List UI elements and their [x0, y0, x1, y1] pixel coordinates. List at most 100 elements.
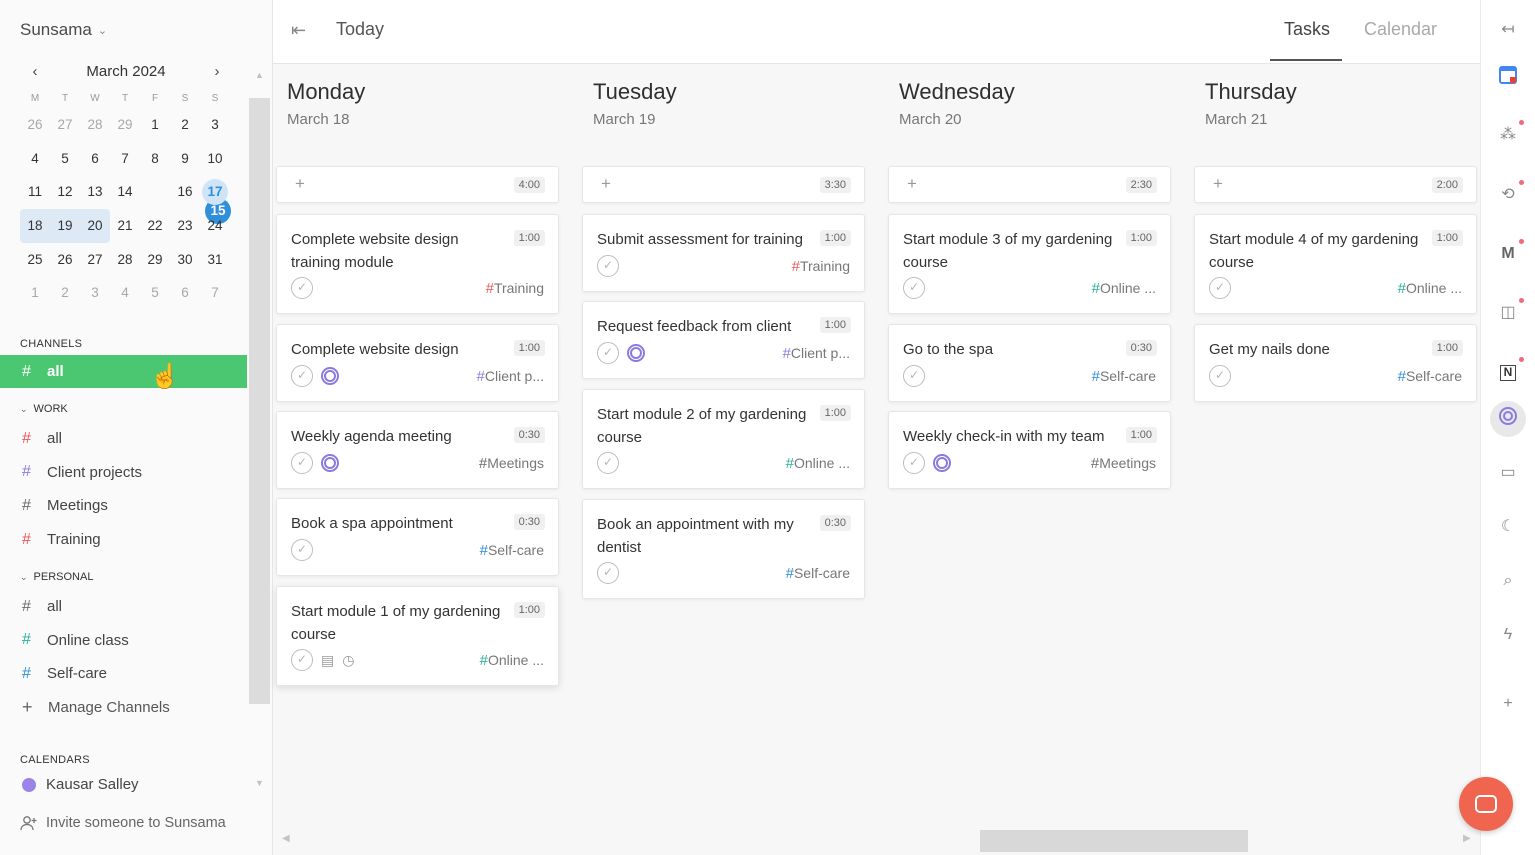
task-card[interactable]: Start module 4 of my gardening course 1:0… [1194, 214, 1477, 314]
task-time-estimate[interactable]: 1:00 [513, 340, 545, 356]
focus-icon[interactable] [1495, 406, 1521, 432]
calendar-day[interactable]: 27 [50, 108, 80, 142]
moon-icon[interactable]: ☾ [1495, 514, 1521, 540]
task-channel-tag[interactable]: #Client p... [783, 345, 850, 362]
task-time-estimate[interactable]: 1:00 [819, 317, 851, 333]
today-button[interactable]: Today [336, 19, 384, 40]
calendar-day[interactable]: 21 [110, 209, 140, 243]
scroll-left-icon[interactable]: ◀ [282, 833, 290, 844]
board-scrollbar[interactable] [980, 830, 1248, 852]
complete-checkbox[interactable]: ✓ [597, 562, 619, 584]
calendar-day[interactable]: 28 [110, 243, 140, 277]
calendar-day[interactable]: 12 [50, 175, 80, 209]
task-card[interactable]: Weekly check-in with my team 1:00 ✓ #Meetin… [888, 411, 1171, 489]
personal-group-toggle[interactable]: ⌄ PERSONAL [20, 571, 93, 583]
clock-icon[interactable]: ◷ [342, 652, 354, 669]
task-channel-tag[interactable]: #Meetings [1091, 455, 1156, 472]
task-time-estimate[interactable]: 0:30 [819, 515, 851, 531]
calendar-day[interactable]: 20 [80, 209, 110, 243]
task-channel-tag[interactable]: #Self-care [1092, 368, 1156, 385]
scroll-right-icon[interactable]: ▶ [1463, 833, 1471, 844]
task-card[interactable]: Submit assessment for training 1:00 ✓ #Trai… [582, 214, 865, 292]
calendar-day[interactable]: 16 [170, 175, 200, 209]
focus-target-icon[interactable] [321, 367, 339, 385]
calendar-day[interactable]: 26 [50, 243, 80, 277]
task-time-estimate[interactable]: 0:30 [513, 514, 545, 530]
task-time-estimate[interactable]: 1:00 [513, 230, 545, 246]
calendar-day[interactable]: 31 [200, 243, 230, 277]
channel-personal-online-class[interactable]: # Online class [0, 624, 247, 657]
add-task-button[interactable]: +3:30 [582, 166, 865, 203]
sync-icon[interactable]: ⟲ [1495, 182, 1521, 208]
add-task-button[interactable]: +2:00 [1194, 166, 1477, 203]
calendar-day[interactable]: 11 [20, 175, 50, 209]
complete-checkbox[interactable]: ✓ [597, 255, 619, 277]
task-card[interactable]: Start module 3 of my gardening course 1:0… [888, 214, 1171, 314]
prev-month-button[interactable]: ‹ [20, 63, 50, 80]
channel-work-all[interactable]: # all [0, 422, 247, 455]
task-time-estimate[interactable]: 1:00 [1125, 427, 1157, 443]
task-time-estimate[interactable]: 1:00 [819, 405, 851, 421]
channel-personal-all[interactable]: # all [0, 590, 247, 623]
calendar-icon[interactable]: ▤ [321, 652, 334, 669]
task-channel-tag[interactable]: #Online ... [1092, 280, 1156, 297]
calendar-day[interactable]: 28 [80, 108, 110, 142]
task-card[interactable]: Book an appointment with my dentist 0:30 ✓… [582, 499, 865, 599]
complete-checkbox[interactable]: ✓ [291, 649, 313, 671]
task-card[interactable]: Go to the spa 0:30 ✓ #Self-care [888, 324, 1171, 402]
task-channel-tag[interactable]: #Self-care [1398, 368, 1462, 385]
collapse-right-icon[interactable]: ↤ [1495, 17, 1521, 43]
task-time-estimate[interactable]: 1:00 [513, 602, 545, 618]
archive-icon[interactable]: ▭ [1495, 460, 1521, 486]
scroll-down-icon[interactable]: ▼ [255, 778, 264, 788]
add-task-button[interactable]: +2:30 [888, 166, 1171, 203]
focus-target-icon[interactable] [321, 454, 339, 472]
channel-work-client-projects[interactable]: # Client projects [0, 456, 247, 489]
task-channel-tag[interactable]: #Meetings [479, 455, 544, 472]
task-card[interactable]: Weekly agenda meeting 0:30 ✓ #Meetings [276, 411, 559, 489]
calendar-day[interactable]: 5 [140, 276, 170, 310]
calendar-day[interactable]: 22 [140, 209, 170, 243]
task-channel-tag[interactable]: #Online ... [480, 652, 544, 669]
channel-all[interactable]: # all [0, 355, 247, 388]
google-calendar-icon[interactable] [1495, 66, 1521, 92]
invite-button[interactable]: Invite someone to Sunsama [20, 815, 226, 831]
calendar-day[interactable]: 6 [170, 276, 200, 310]
channel-personal-self-care[interactable]: # Self-care [0, 657, 247, 690]
complete-checkbox[interactable]: ✓ [903, 365, 925, 387]
calendar-day[interactable]: 18 [20, 209, 50, 243]
calendar-day[interactable]: 30 [170, 243, 200, 277]
calendar-day[interactable]: 1 [140, 108, 170, 142]
calendar-day[interactable]: 26 [20, 108, 50, 142]
next-month-button[interactable]: › [202, 63, 232, 80]
task-channel-tag[interactable]: #Client p... [477, 368, 544, 385]
calendar-day[interactable]: 4 [110, 276, 140, 310]
task-card[interactable]: Complete website design 1:00 ✓ #Client p... [276, 324, 559, 402]
channel-work-meetings[interactable]: # Meetings [0, 489, 247, 522]
calendar-day-selected[interactable]: 17 [200, 175, 230, 209]
calendar-day[interactable]: 4 [20, 142, 50, 176]
manage-channels-button[interactable]: + Manage Channels [22, 697, 170, 718]
task-card[interactable]: Start module 2 of my gardening course 1:0… [582, 389, 865, 489]
task-channel-tag[interactable]: #Self-care [786, 565, 850, 582]
complete-checkbox[interactable]: ✓ [597, 342, 619, 364]
task-time-estimate[interactable]: 1:00 [1431, 340, 1463, 356]
calendar-account[interactable]: Kausar Salley [22, 776, 139, 793]
tab-tasks[interactable]: Tasks [1284, 19, 1330, 40]
calendar-day[interactable]: 7 [110, 142, 140, 176]
task-time-estimate[interactable]: 1:00 [819, 230, 851, 246]
task-card[interactable]: Request feedback from client 1:00 ✓ #Client… [582, 301, 865, 379]
lightning-icon[interactable]: ϟ [1495, 622, 1521, 648]
calendar-day[interactable]: 2 [170, 108, 200, 142]
task-channel-tag[interactable]: #Training [486, 280, 544, 297]
collapse-sidebar-icon[interactable]: ⇤ [291, 20, 306, 41]
gmail-icon[interactable]: M [1495, 241, 1521, 267]
calendar-day[interactable]: 25 [20, 243, 50, 277]
focus-target-icon[interactable] [933, 454, 951, 472]
complete-checkbox[interactable]: ✓ [291, 277, 313, 299]
task-card[interactable]: Get my nails done 1:00 ✓ #Self-care [1194, 324, 1477, 402]
calendar-day[interactable]: 2 [50, 276, 80, 310]
task-time-estimate[interactable]: 1:00 [1125, 230, 1157, 246]
support-chat-button[interactable] [1459, 777, 1513, 831]
asana-icon[interactable]: ⁂ [1495, 122, 1521, 148]
